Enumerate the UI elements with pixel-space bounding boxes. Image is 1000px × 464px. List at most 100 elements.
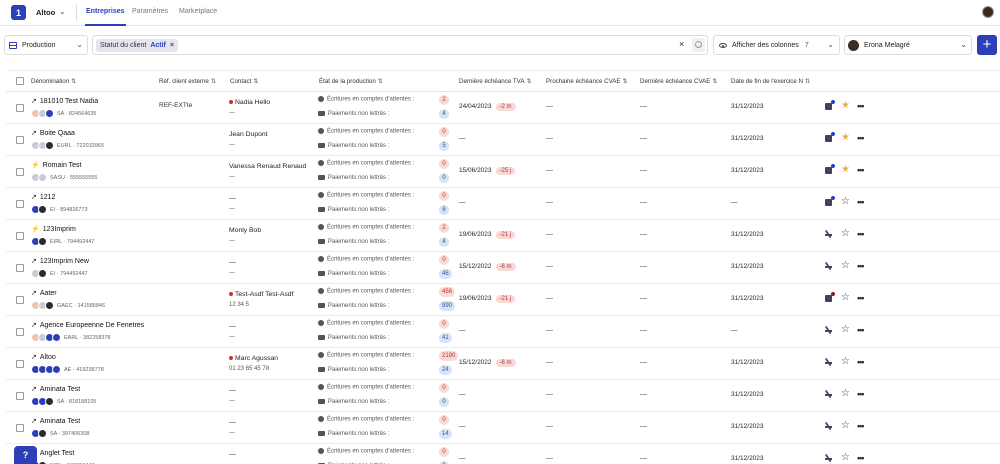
header-denomination[interactable]: Dénomination ⇅ xyxy=(31,78,76,85)
more-options-icon[interactable]: ••• xyxy=(857,293,865,303)
row-checkbox[interactable] xyxy=(16,104,24,112)
star-icon[interactable]: ☆ xyxy=(841,261,850,271)
contact-name[interactable]: Vanessa Renaud Renaud xyxy=(229,163,306,170)
add-company-button[interactable]: + xyxy=(977,35,997,55)
company-name[interactable]: ↗ Aminata Test xyxy=(31,385,80,393)
company-name[interactable]: ↗ 1212 xyxy=(31,193,55,201)
table-row[interactable]: ↗ 1212 EI · 894826773 — — Écritures en co… xyxy=(6,188,1000,220)
ecritures-count[interactable]: 0 xyxy=(439,383,449,393)
table-row[interactable]: ⚡ 123Imprim EIRL · 794492447 Monly Bob — … xyxy=(6,220,1000,252)
ecritures-count[interactable]: 0 xyxy=(439,415,449,425)
production-status-icon[interactable] xyxy=(824,100,835,111)
ecritures-count[interactable]: 2 xyxy=(439,95,449,105)
contact-name[interactable]: — xyxy=(229,323,236,330)
view-select[interactable]: Production ⌄ xyxy=(4,35,88,55)
header-production[interactable]: État de la production ⇅ xyxy=(319,78,383,85)
contact-name[interactable]: Monly Bob xyxy=(229,227,261,234)
table-row[interactable]: ↗ 181010 Test Nadia SA · 824564635 REF-EX… xyxy=(6,92,1000,124)
favorite-star-icon[interactable]: ★ xyxy=(841,165,850,175)
select-all-checkbox[interactable] xyxy=(16,77,24,85)
company-switcher[interactable]: Altoo xyxy=(36,8,55,17)
more-options-icon[interactable]: ••• xyxy=(857,229,865,239)
production-status-icon[interactable] xyxy=(824,325,833,335)
star-icon[interactable]: ☆ xyxy=(841,421,850,431)
production-status-icon[interactable] xyxy=(824,421,833,431)
table-row[interactable]: ↗ Altoo AE · 419238778 Marc Agussan 01 23… xyxy=(6,348,1000,380)
table-row[interactable]: ↗ 123Imprim New EI · 794492447 — — Écritu… xyxy=(6,252,1000,284)
contact-name[interactable]: — xyxy=(229,195,236,202)
row-checkbox[interactable] xyxy=(16,296,24,304)
header-ref[interactable]: Réf. client externe ⇅ xyxy=(159,78,216,85)
paiements-count[interactable]: 46 xyxy=(439,269,452,279)
table-row[interactable]: ↗Anglet Test EIRL · 742266447 — — Écritu… xyxy=(6,444,1000,464)
production-status-icon[interactable] xyxy=(824,261,833,271)
table-row[interactable]: ↗ Boite Qaaa EURL · 722033965 Jean Dupont… xyxy=(6,124,1000,156)
contact-name[interactable]: Test-Asdf Test-Asdf xyxy=(229,291,293,298)
paiements-count[interactable]: 0 xyxy=(439,173,449,183)
production-status-icon[interactable] xyxy=(824,132,835,143)
paiements-count[interactable]: 5 xyxy=(439,141,449,151)
more-options-icon[interactable]: ••• xyxy=(857,389,865,399)
person-select[interactable]: Erona Melagré ⌄ xyxy=(844,35,972,55)
company-name[interactable]: ⚡ 123Imprim xyxy=(31,225,76,233)
more-options-icon[interactable]: ••• xyxy=(857,453,865,463)
company-name[interactable]: ↗ 123Imprim New xyxy=(31,257,89,265)
company-name[interactable]: ↗ Altoo xyxy=(31,353,56,361)
contact-name[interactable]: Nadia Hello xyxy=(229,99,270,106)
ecritures-count[interactable]: 2 xyxy=(439,223,449,233)
company-name[interactable]: ↗ Aater xyxy=(31,289,57,297)
paiements-count[interactable]: 24 xyxy=(439,365,452,375)
table-row[interactable]: ⚡ Romain Test SASU · 555555555 Vanessa Re… xyxy=(6,156,1000,188)
more-options-icon[interactable]: ••• xyxy=(857,421,865,431)
paiements-count[interactable]: 14 xyxy=(439,429,452,439)
star-icon[interactable]: ☆ xyxy=(841,229,850,239)
header-last-cvae[interactable]: Dernière échéance CVAE ⇅ xyxy=(640,78,718,85)
tab-marketplace[interactable]: Marketplace xyxy=(179,8,217,15)
ecritures-count[interactable]: 0 xyxy=(439,159,449,169)
company-name[interactable]: ↗ Boite Qaaa xyxy=(31,129,75,137)
filter-chip-status[interactable]: Statut du client Actif × xyxy=(96,39,178,52)
remove-chip-icon[interactable]: × xyxy=(170,42,174,49)
paiements-count[interactable]: 6 xyxy=(439,205,449,215)
production-status-icon[interactable] xyxy=(824,292,835,303)
contact-name[interactable]: — xyxy=(229,419,236,426)
help-button[interactable]: ? xyxy=(14,446,37,464)
paiements-count[interactable]: 4 xyxy=(439,237,449,247)
row-checkbox[interactable] xyxy=(16,168,24,176)
contact-name[interactable]: Marc Agussan xyxy=(229,355,278,362)
star-icon[interactable]: ☆ xyxy=(841,293,850,303)
contact-name[interactable]: — xyxy=(229,387,236,394)
row-checkbox[interactable] xyxy=(16,200,24,208)
row-checkbox[interactable] xyxy=(16,264,24,272)
company-name[interactable]: ↗ Aminata Test xyxy=(31,417,80,425)
ecritures-count[interactable]: 0 xyxy=(439,447,449,457)
company-name[interactable]: ↗Anglet Test xyxy=(31,449,74,457)
company-name[interactable]: ↗ 181010 Test Nadia xyxy=(31,97,98,105)
more-options-icon[interactable]: ••• xyxy=(857,197,865,207)
favorite-star-icon[interactable]: ★ xyxy=(841,133,850,143)
tab-entreprises[interactable]: Entreprises xyxy=(86,8,125,15)
ecritures-count[interactable]: 456 xyxy=(439,287,456,297)
more-options-icon[interactable]: ••• xyxy=(857,261,865,271)
contact-name[interactable]: — xyxy=(229,259,236,266)
row-checkbox[interactable] xyxy=(16,136,24,144)
paiements-count[interactable]: 990 xyxy=(439,301,456,311)
table-row[interactable]: ↗ Agence Europeenne De Fenetres EARL · 38… xyxy=(6,316,1000,348)
table-row[interactable]: ↗ Aminata Test SA · 818188105 — — Écritur… xyxy=(6,380,1000,412)
header-contact[interactable]: Contact ⇅ xyxy=(230,78,259,85)
star-icon[interactable]: ☆ xyxy=(841,325,850,335)
search-icon[interactable] xyxy=(692,38,705,52)
more-options-icon[interactable]: ••• xyxy=(857,133,865,143)
star-icon[interactable]: ☆ xyxy=(841,389,850,399)
more-options-icon[interactable]: ••• xyxy=(857,101,865,111)
row-checkbox[interactable] xyxy=(16,328,24,336)
star-icon[interactable]: ☆ xyxy=(841,197,850,207)
paiements-count[interactable]: 0 xyxy=(439,397,449,407)
ecritures-count[interactable]: 0 xyxy=(439,191,449,201)
production-status-icon[interactable] xyxy=(824,196,835,207)
tab-parametres[interactable]: Paramètres xyxy=(132,8,168,15)
header-next-cvae[interactable]: Prochaine échéance CVAE ⇅ xyxy=(546,78,628,85)
production-status-icon[interactable] xyxy=(824,357,833,367)
production-status-icon[interactable] xyxy=(824,229,833,239)
star-icon[interactable]: ☆ xyxy=(841,357,850,367)
